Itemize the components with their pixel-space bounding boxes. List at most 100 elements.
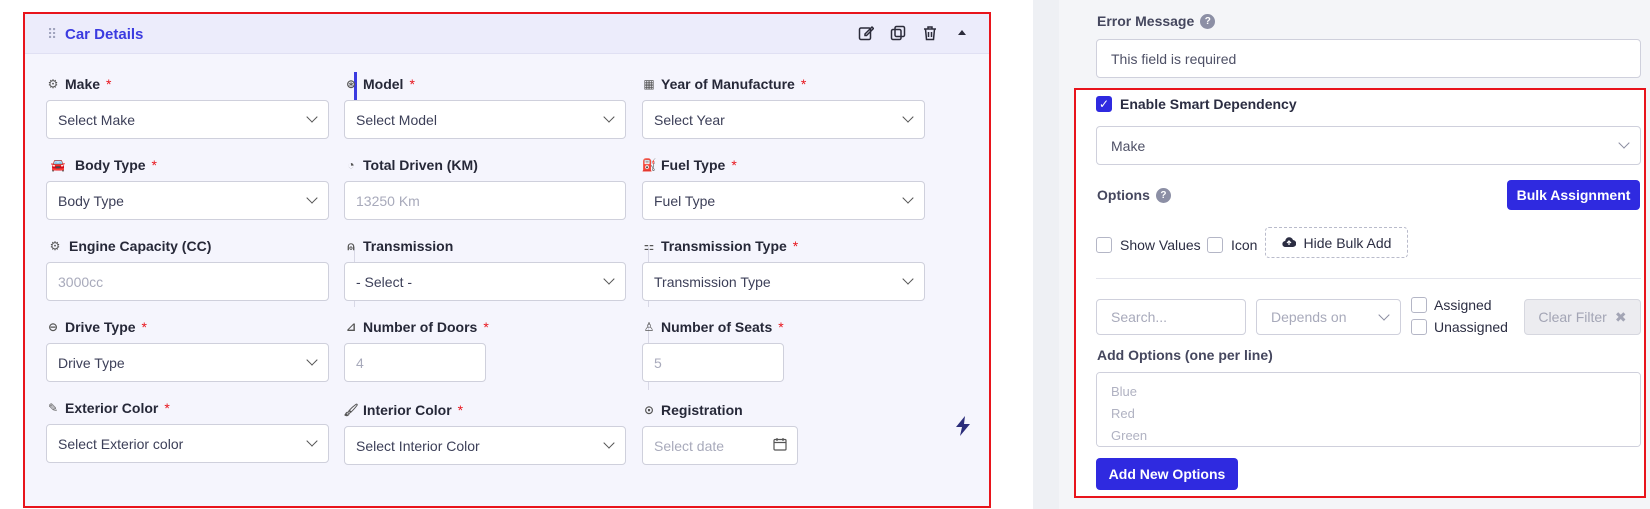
chevron-down-icon: [902, 192, 914, 204]
field-label: Total Driven (KM): [363, 157, 478, 173]
fuel-type-field: ⛽ Fuel Type * Fuel Type: [641, 157, 925, 220]
drag-handle-icon[interactable]: ⠿: [47, 26, 57, 43]
gauge-icon: ◔: [347, 158, 355, 172]
engine-capacity-input[interactable]: 3000cc: [46, 262, 329, 301]
doors-input[interactable]: 4: [344, 343, 486, 382]
chevron-down-icon: [306, 111, 318, 123]
calendar-icon: ▦: [643, 77, 655, 91]
drive-type-field: ⊖ Drive Type * Drive Type: [46, 319, 329, 382]
assigned-checkbox[interactable]: [1411, 297, 1427, 313]
year-select[interactable]: Select Year: [642, 100, 925, 139]
seats-input[interactable]: 5: [642, 343, 784, 382]
add-new-options-button[interactable]: Add New Options: [1096, 458, 1238, 490]
error-message-label: Error Message?: [1097, 13, 1216, 29]
field-label: Number of Seats: [661, 319, 773, 335]
exterior-color-select[interactable]: Select Exterior color: [46, 424, 329, 463]
car-icon: 🚘: [50, 158, 66, 172]
chevron-down-icon: [1618, 137, 1630, 149]
chevron-down-icon: [306, 435, 318, 447]
field-label: Fuel Type: [661, 157, 726, 173]
body-type-select[interactable]: Body Type: [46, 181, 329, 220]
panel-gutter: [1033, 0, 1059, 509]
calendar-icon: [773, 437, 787, 454]
make-select[interactable]: Select Make: [46, 100, 329, 139]
transmission-field: ⍝ Transmission - Select -: [344, 238, 626, 301]
help-icon[interactable]: ?: [1155, 187, 1171, 203]
smart-dependency-label: Enable Smart Dependency: [1120, 96, 1297, 112]
options-label: Options?: [1097, 187, 1171, 203]
add-options-textarea[interactable]: [1096, 372, 1641, 447]
transmission-type-select[interactable]: Transmission Type: [642, 262, 925, 301]
duplicate-icon[interactable]: [889, 24, 907, 42]
car-door-icon: ⊿: [345, 320, 357, 334]
trash-icon[interactable]: [921, 24, 939, 42]
steering-wheel-icon: ⊖: [47, 320, 59, 334]
transmission-type-field: ⚏ Transmission Type * Transmission Type: [642, 238, 925, 301]
icon-label: Icon: [1231, 237, 1258, 253]
field-label: Registration: [661, 402, 743, 418]
chevron-down-icon: [306, 192, 318, 204]
cloud-upload-icon: [1281, 235, 1296, 251]
gearstick-icon: ⍝: [347, 238, 355, 253]
unassigned-checkbox[interactable]: [1411, 319, 1427, 335]
add-options-label: Add Options (one per line): [1097, 347, 1273, 363]
clear-filter-button[interactable]: Clear Filter ✖: [1524, 299, 1641, 335]
fuel-type-select[interactable]: Fuel Type: [642, 181, 925, 220]
divider: [1096, 278, 1641, 279]
field-label: Interior Color: [363, 402, 452, 418]
make-field: ⚙ Make * Select Make: [46, 76, 329, 139]
engine-icon: ⚙: [49, 239, 61, 253]
field-label: Exterior Color: [65, 400, 159, 416]
dependency-select[interactable]: Make: [1096, 126, 1641, 165]
field-label: Make: [65, 76, 101, 92]
options-search-input[interactable]: Search...: [1096, 299, 1246, 335]
hide-bulk-add-button[interactable]: Hide Bulk Add: [1265, 227, 1408, 258]
chevron-down-icon: [902, 273, 914, 285]
transmission-select[interactable]: - Select -: [344, 262, 626, 301]
field-label: Transmission Type: [661, 238, 787, 254]
registration-field: ⊙ Registration Select date: [642, 402, 798, 465]
gearbox-icon: ⚏: [643, 239, 655, 253]
drive-type-select[interactable]: Drive Type: [46, 343, 329, 382]
exterior-color-field: ✎ Exterior Color * Select Exterior color: [46, 400, 329, 463]
field-label: Model: [363, 76, 404, 92]
registration-date-input[interactable]: Select date: [642, 426, 798, 465]
gear-icon: ⚙: [47, 77, 59, 91]
assigned-label: Assigned: [1434, 297, 1492, 313]
show-values-label: Show Values: [1120, 237, 1201, 253]
chevron-down-icon: [603, 273, 615, 285]
bulk-assignment-button[interactable]: Bulk Assignment: [1507, 180, 1640, 210]
show-values-checkbox[interactable]: [1096, 237, 1112, 253]
edit-icon[interactable]: [857, 24, 875, 42]
chevron-down-icon: [603, 111, 615, 123]
field-label: Transmission: [363, 238, 454, 254]
paint-icon: ✎: [47, 401, 59, 415]
interior-color-field: 🖌 Interior Color * Select Interior Color: [343, 402, 626, 465]
chevron-down-icon: [902, 111, 914, 123]
total-driven-input[interactable]: 13250 Km: [344, 181, 626, 220]
engine-capacity-field: ⚙ Engine Capacity (CC) 3000cc: [46, 238, 329, 301]
doors-field: ⊿ Number of Doors * 4: [344, 319, 489, 382]
help-icon[interactable]: ?: [1200, 13, 1216, 29]
badge-icon: ⊛: [345, 77, 357, 91]
chevron-down-icon: [1378, 309, 1390, 321]
icon-checkbox[interactable]: [1207, 237, 1223, 253]
model-field: ⊛ Model * Select Model: [344, 76, 626, 139]
field-label: Number of Doors: [363, 319, 478, 335]
bolt-icon[interactable]: [955, 416, 971, 441]
fuel-pump-icon: ⛽: [641, 158, 657, 172]
clock-icon: ⊙: [643, 403, 655, 417]
seat-icon: ♙: [643, 320, 655, 334]
field-label: Drive Type: [65, 319, 136, 335]
total-driven-field: ◔ Total Driven (KM) 13250 Km: [344, 157, 626, 220]
smart-dependency-checkbox[interactable]: ✓: [1096, 96, 1112, 112]
depends-on-select[interactable]: Depends on: [1256, 299, 1401, 335]
collapse-caret-icon[interactable]: [953, 24, 971, 42]
year-field: ▦ Year of Manufacture * Select Year: [642, 76, 925, 139]
interior-color-select[interactable]: Select Interior Color: [344, 426, 626, 465]
brush-icon: 🖌: [343, 403, 359, 417]
model-select[interactable]: Select Model: [344, 100, 626, 139]
close-icon: ✖: [1614, 308, 1627, 325]
car-details-section: ⠿ Car Details ⚙ Make * Select Make ⊛ Model *…: [23, 12, 991, 508]
error-message-input[interactable]: This field is required: [1096, 39, 1641, 78]
